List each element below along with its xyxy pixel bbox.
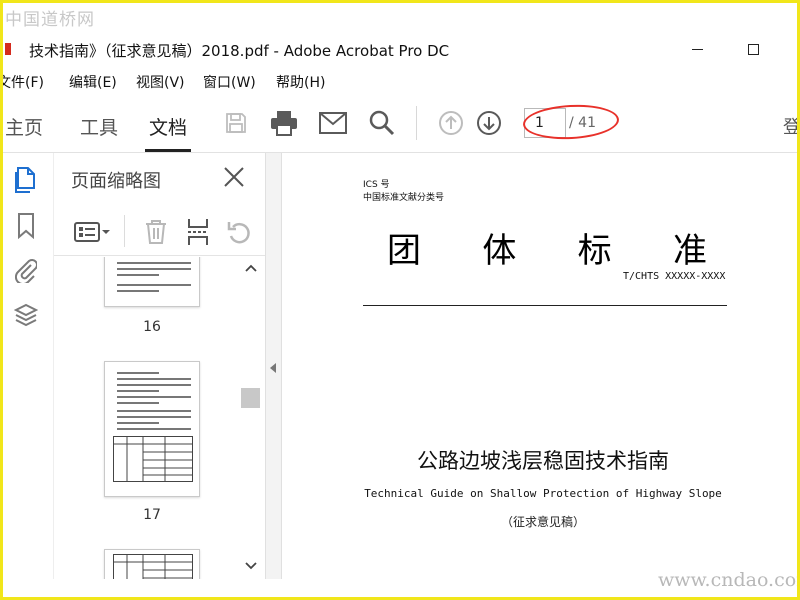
attachment-icon[interactable] — [12, 255, 40, 285]
standard-type-char: 标 — [577, 231, 612, 271]
scrollbar-thumb[interactable] — [241, 388, 260, 408]
left-icon-rail — [6, 153, 52, 583]
maximize-icon[interactable] — [743, 39, 763, 59]
tab-home[interactable]: 主页 — [5, 113, 43, 140]
draft-note: （征求意见稿） — [500, 515, 585, 529]
panel-toolbar — [54, 209, 266, 256]
page-thumbnail[interactable] — [104, 361, 200, 497]
standard-type-heading: 团 体 标 准 — [387, 223, 707, 272]
panel-title: 页面缩略图 — [71, 171, 161, 192]
standard-type-char: 准 — [672, 231, 707, 271]
watermark-url: www.cndao.com — [658, 569, 800, 591]
menu-help[interactable]: 帮助(H) — [276, 72, 325, 92]
thumbnail-list: 16 17 — [54, 257, 238, 579]
document-main-title: 公路边坡浅层稳固技术指南 — [417, 449, 669, 473]
menu-file[interactable]: 文件(F) — [3, 72, 44, 92]
thumbnail-page-label: 16 — [143, 319, 161, 335]
menu-edit[interactable]: 编辑(E) — [69, 72, 117, 92]
standard-type-char: 体 — [482, 231, 517, 271]
pdf-file-icon — [5, 43, 11, 55]
page-thumbnail[interactable] — [104, 257, 200, 307]
collapse-arrow-icon[interactable] — [270, 363, 276, 373]
layers-icon[interactable] — [12, 301, 40, 331]
page-thumbnail[interactable] — [104, 549, 200, 579]
standard-code: T/CHTS XXXXX-XXXX — [623, 271, 726, 282]
delete-icon[interactable] — [140, 217, 172, 247]
minimize-icon[interactable] — [687, 39, 707, 59]
menu-window[interactable]: 窗口(W) — [203, 72, 256, 92]
bookmark-icon[interactable] — [12, 211, 40, 241]
chevron-up-icon[interactable] — [244, 261, 258, 275]
document-english-title: Technical Guide on Shallow Protection of… — [364, 487, 722, 500]
toolbar-separator — [416, 106, 417, 140]
save-icon[interactable] — [221, 108, 251, 138]
menu-view[interactable]: 视图(V) — [136, 72, 185, 92]
screenshot-frame: 中国道桥网 技术指南》（征求意见稿）2018.pdf - Adobe Acrob… — [0, 0, 800, 600]
page-thumbnails-panel: 页面缩略图 16 17 — [53, 153, 266, 579]
document-page: ICS 号 中国标准文献分类号 团 体 标 准 T/CHTS XXXXX-XXX… — [283, 153, 797, 583]
insert-page-icon[interactable] — [182, 217, 214, 247]
page-total-count: / 41 — [569, 115, 596, 131]
options-icon[interactable] — [72, 217, 114, 247]
classification-label: 中国标准文献分类号 — [363, 193, 445, 203]
arrow-up-icon[interactable] — [436, 108, 466, 138]
header-rule — [363, 305, 727, 306]
panel-collapse-bar[interactable] — [265, 153, 282, 579]
email-icon[interactable] — [318, 108, 348, 138]
rotate-icon[interactable] — [224, 217, 256, 247]
panel-toolbar-separator — [124, 215, 125, 247]
standard-type-char: 团 — [387, 231, 421, 271]
close-icon[interactable] — [222, 165, 246, 189]
thumbnail-scrollbar[interactable] — [240, 257, 262, 579]
main-toolbar: 主页 工具 文档 — [3, 94, 797, 153]
thumbnail-page-label: 17 — [143, 507, 161, 523]
print-icon[interactable] — [269, 108, 299, 138]
chevron-down-icon[interactable] — [244, 559, 258, 573]
tab-document[interactable]: 文档 — [144, 113, 192, 152]
watermark-site-text: 中国道桥网 — [5, 10, 95, 30]
window-title: 技术指南》（征求意见稿）2018.pdf - Adobe Acrobat Pro… — [29, 42, 450, 60]
page-number-input[interactable] — [524, 108, 566, 138]
search-icon[interactable] — [367, 108, 397, 138]
menu-bar: 文件(F) 编辑(E) 视图(V) 窗口(W) 帮助(H) — [3, 69, 797, 93]
page-thumbnails-icon[interactable] — [12, 165, 40, 195]
arrow-down-icon[interactable] — [474, 108, 504, 138]
sign-in-label[interactable]: 登 — [783, 113, 797, 139]
tab-tools[interactable]: 工具 — [80, 113, 118, 140]
ics-label: ICS 号 — [363, 180, 390, 190]
